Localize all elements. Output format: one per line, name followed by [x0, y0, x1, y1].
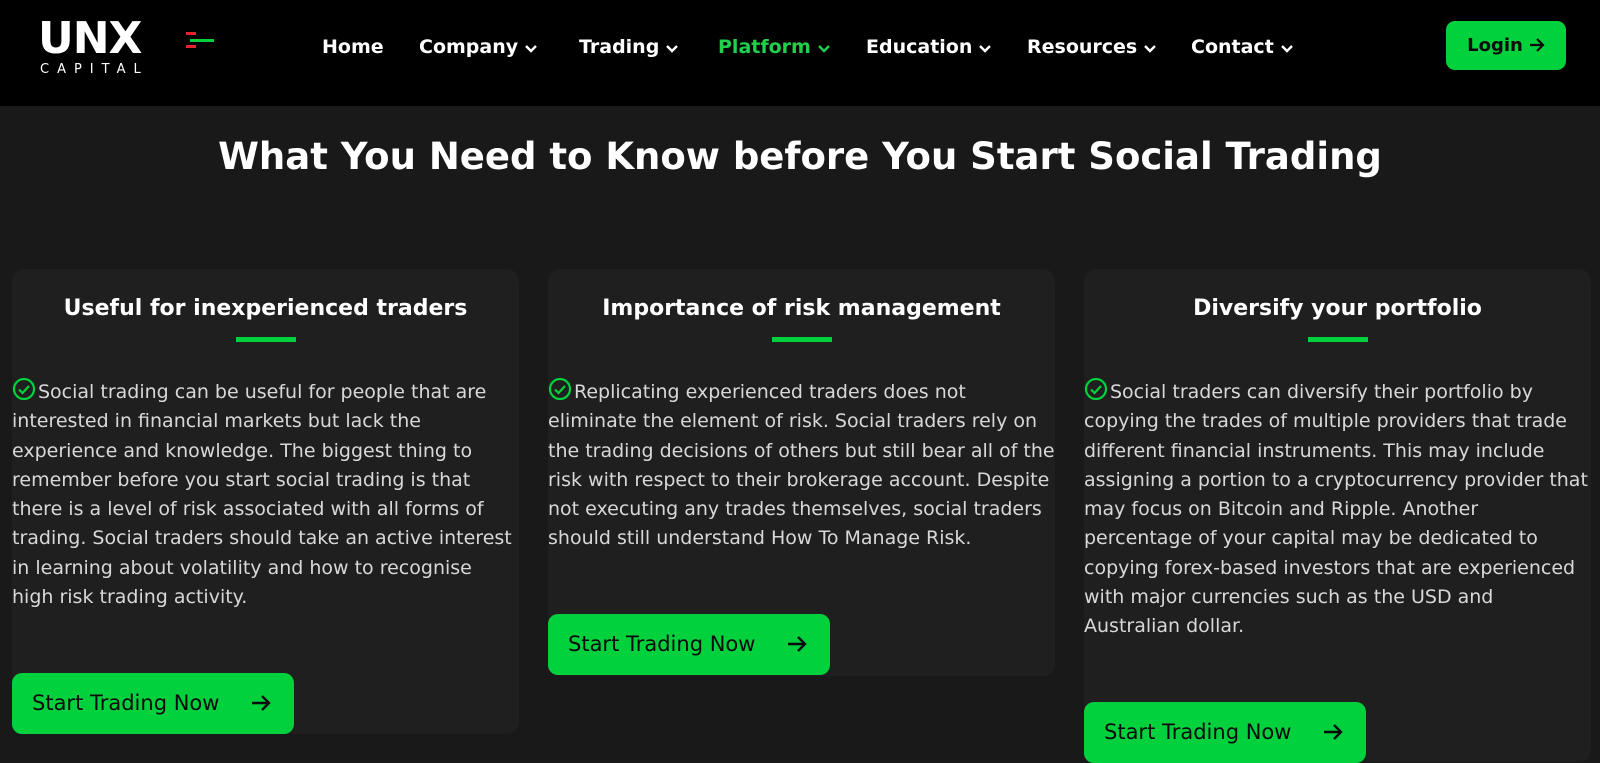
- chevron-down-icon: [978, 33, 992, 63]
- nav-resources[interactable]: Resources: [1027, 32, 1157, 62]
- logo-wordmark: UNX: [38, 13, 142, 64]
- nav-label: Resources: [1027, 36, 1138, 58]
- card-title: Useful for inexperienced traders: [63, 296, 468, 321]
- nav-trading[interactable]: Trading: [579, 32, 679, 62]
- nav-contact[interactable]: Contact: [1191, 32, 1294, 62]
- start-trading-button[interactable]: Start Trading Now: [548, 614, 830, 675]
- card-title: Importance of risk management: [602, 296, 1001, 321]
- card-title: Diversify your portfolio: [1193, 296, 1482, 321]
- card-text: Replicating experienced traders does not…: [548, 381, 1055, 550]
- nav-platform[interactable]: Platform: [718, 32, 831, 62]
- card-text: Social traders can diversify their portf…: [1084, 381, 1588, 638]
- info-card: Useful for inexperienced traders Social …: [12, 269, 519, 734]
- nav-company[interactable]: Company: [419, 32, 538, 62]
- arrow-right-icon: [788, 636, 807, 652]
- card-body: Social traders can diversify their portf…: [1084, 377, 1591, 642]
- card-text: Social trading can be useful for people …: [12, 381, 512, 609]
- title-underline: [1307, 337, 1368, 342]
- login-button[interactable]: Login: [1446, 21, 1566, 70]
- nav-label: Company: [419, 36, 519, 58]
- cta-label: Start Trading Now: [32, 691, 220, 715]
- card-body: Social trading can be useful for people …: [12, 377, 519, 612]
- chevron-down-icon: [524, 33, 538, 63]
- check-circle-icon: [12, 377, 36, 401]
- nav-label: Trading: [579, 36, 660, 58]
- start-trading-button[interactable]: Start Trading Now: [1084, 702, 1366, 763]
- arrow-right-icon: [1324, 724, 1343, 740]
- site-header: UNX CAPITAL Home Company Trading Platfor…: [0, 0, 1600, 106]
- info-card: Diversify your portfolio Social traders …: [1084, 269, 1591, 762]
- nav-education[interactable]: Education: [866, 32, 992, 62]
- chevron-down-icon: [817, 33, 831, 63]
- title-underline: [771, 337, 832, 342]
- chevron-down-icon: [1143, 33, 1157, 63]
- check-circle-icon: [548, 377, 572, 401]
- chevron-down-icon: [665, 33, 679, 63]
- nav-home[interactable]: Home: [322, 32, 384, 62]
- unx-capital-logo[interactable]: UNX CAPITAL: [38, 13, 214, 80]
- nav-label: Contact: [1191, 36, 1274, 58]
- nav-label: Home: [322, 36, 384, 58]
- check-circle-icon: [1084, 377, 1108, 401]
- title-underline: [235, 337, 296, 342]
- cta-label: Start Trading Now: [1104, 720, 1292, 744]
- arrow-right-icon: [1529, 22, 1545, 71]
- logo-bars-icon: [186, 32, 214, 48]
- arrow-right-icon: [252, 695, 271, 711]
- login-label: Login: [1467, 35, 1523, 56]
- start-trading-button[interactable]: Start Trading Now: [12, 673, 294, 734]
- card-body: Replicating experienced traders does not…: [548, 377, 1055, 554]
- chevron-down-icon: [1280, 33, 1294, 63]
- section-title: What You Need to Know before You Start S…: [218, 135, 1382, 178]
- nav-label: Education: [866, 36, 973, 58]
- nav-label: Platform: [718, 36, 811, 58]
- cta-label: Start Trading Now: [568, 632, 756, 656]
- logo-subtitle: CAPITAL: [40, 62, 149, 77]
